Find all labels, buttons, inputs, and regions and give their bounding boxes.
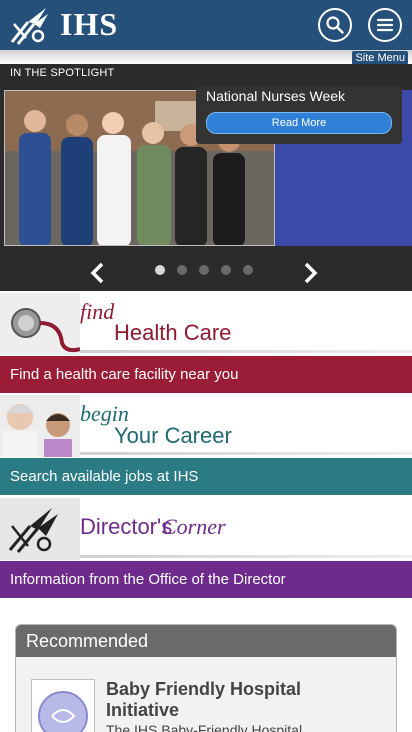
search-jobs-bar[interactable]: Search available jobs at IHS — [0, 458, 412, 495]
search-icon — [326, 16, 344, 34]
chevron-right-icon[interactable] — [298, 261, 322, 285]
recommended-panel: Recommended Baby Friendly Hospital Initi… — [15, 624, 397, 732]
office-of-director-bar[interactable]: Information from the Office of the Direc… — [0, 561, 412, 598]
carousel-dot[interactable] — [177, 265, 187, 275]
ihs-emblem-icon — [0, 498, 80, 560]
divider — [80, 452, 412, 455]
chevron-left-icon[interactable] — [86, 261, 110, 285]
header-shadow — [0, 50, 412, 64]
spotlight-label: IN THE SPOTLIGHT — [10, 67, 115, 79]
carousel-dot[interactable] — [155, 265, 165, 275]
directors-label: Director's — [80, 514, 173, 539]
your-career-label: Your Career — [114, 423, 232, 448]
site-header: IHS — [0, 0, 412, 50]
recommended-item-description: The IHS Baby-Friendly Hospital — [106, 722, 303, 732]
recommended-heading: Recommended — [16, 625, 396, 657]
find-label: find — [80, 299, 115, 324]
carousel-nav — [0, 255, 412, 291]
carousel-dots — [155, 265, 265, 275]
spotlight-caption: National Nurses Week Read More — [196, 86, 402, 144]
carousel-dot[interactable] — [221, 265, 231, 275]
spotlight-carousel: IN THE SPOTLIGHT National Nurses Week Re… — [0, 64, 412, 291]
site-menu-label[interactable]: Site Menu — [352, 51, 408, 65]
find-facility-bar[interactable]: Find a health care facility near you — [0, 356, 412, 393]
doctor-child-icon — [0, 395, 80, 457]
baby-friendly-logo-icon — [38, 691, 88, 732]
divider — [80, 555, 412, 558]
spotlight-title[interactable]: National Nurses Week — [206, 86, 345, 105]
carousel-dot[interactable] — [243, 265, 253, 275]
corner-label: Corner — [162, 514, 226, 539]
carousel-dot[interactable] — [199, 265, 209, 275]
read-more-button[interactable]: Read More — [206, 112, 392, 134]
recommended-thumbnail[interactable] — [31, 679, 95, 732]
menu-button[interactable] — [368, 8, 402, 42]
divider — [80, 350, 412, 353]
health-care-label: Health Care — [114, 320, 232, 345]
find-health-care-link[interactable]: find Health Care — [0, 293, 412, 355]
begin-career-link[interactable]: begin Your Career — [0, 395, 412, 457]
hamburger-icon — [376, 18, 394, 32]
stethoscope-icon — [0, 293, 80, 355]
logo-text[interactable]: IHS — [60, 6, 118, 43]
ihs-logo-icon[interactable] — [8, 4, 50, 46]
search-button[interactable] — [318, 8, 352, 42]
directors-corner-link[interactable]: Director's Corner — [0, 498, 412, 560]
recommended-item-title[interactable]: Baby Friendly Hospital Initiative — [106, 679, 366, 721]
